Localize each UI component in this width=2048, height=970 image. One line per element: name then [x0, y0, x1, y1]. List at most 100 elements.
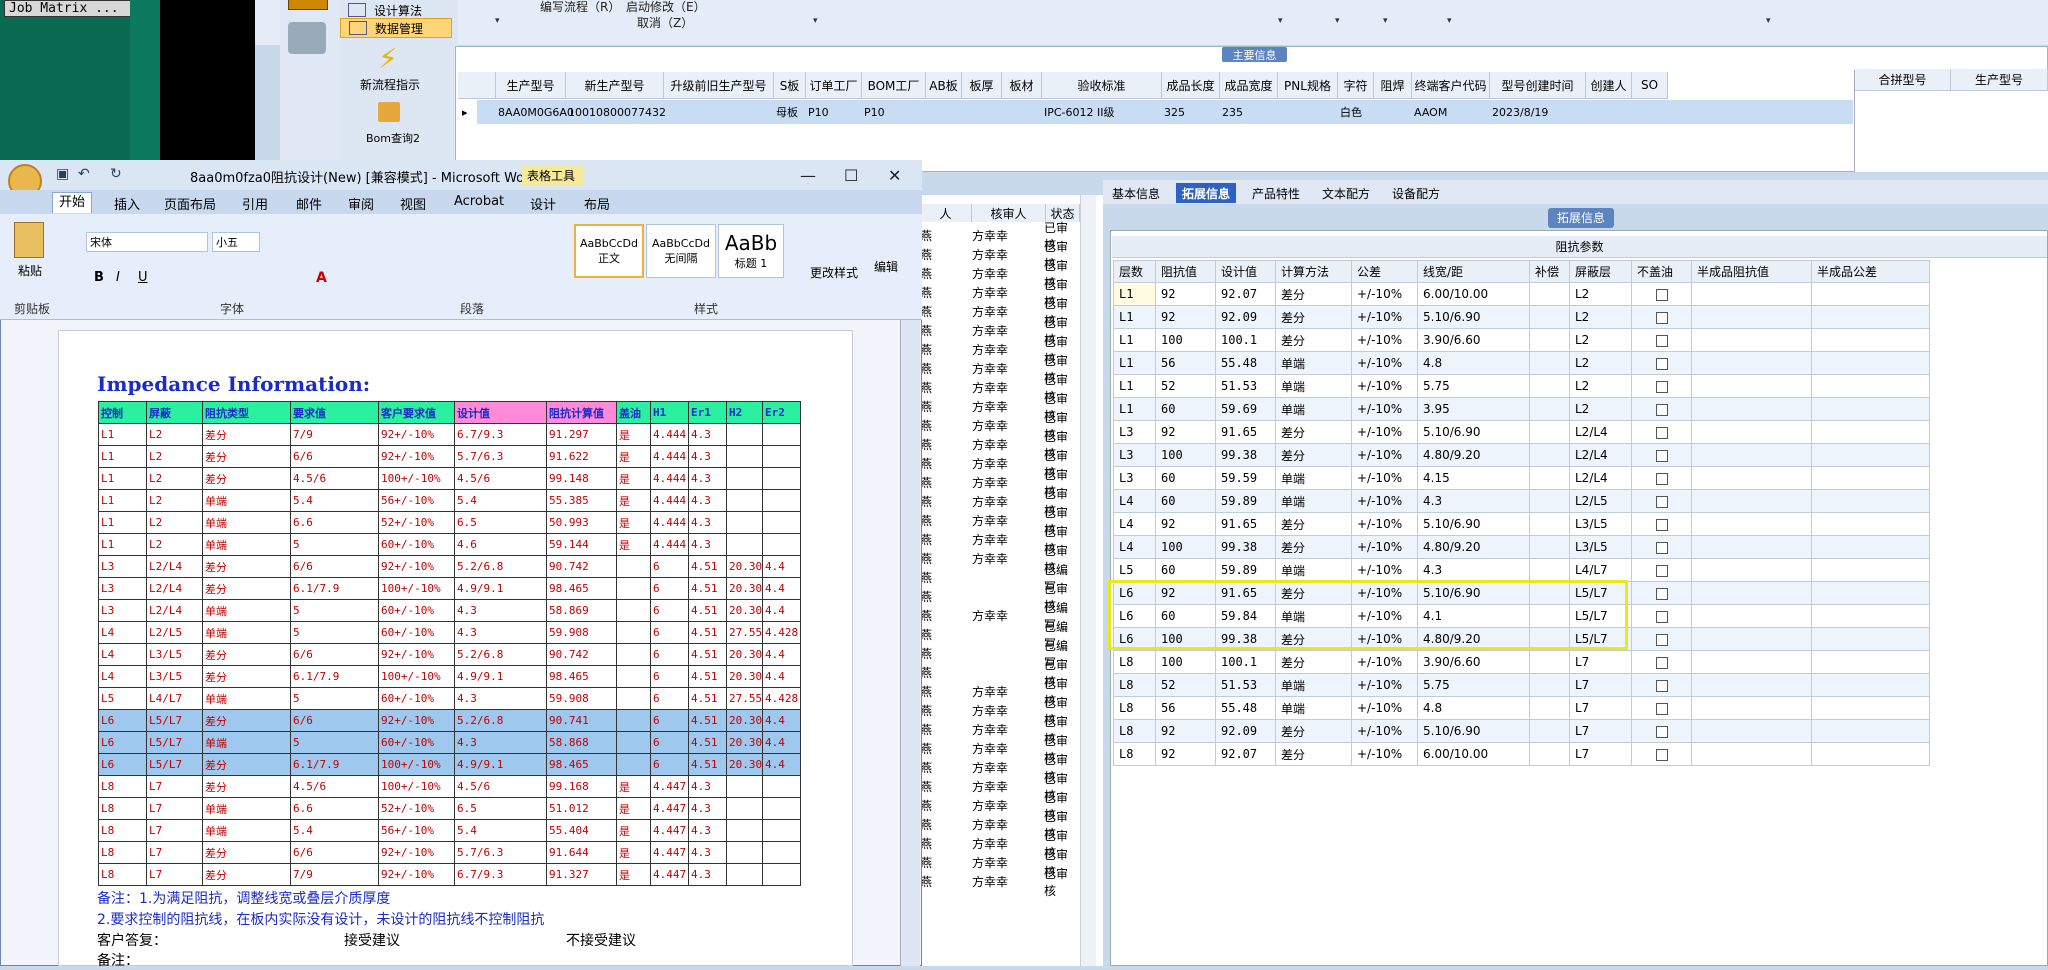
no-cover-checkbox[interactable] [1655, 334, 1668, 347]
param-row[interactable]: L4 100 99.38 差分 +/-10% 4.80/9.20 L3/L5 [1113, 535, 1930, 559]
no-cover-checkbox[interactable] [1655, 495, 1668, 508]
paste-icon[interactable] [14, 222, 44, 258]
printer-icon[interactable] [288, 22, 326, 54]
no-cover-checkbox[interactable] [1655, 725, 1668, 738]
style-heading1[interactable]: AaBb 标题 1 [718, 224, 784, 278]
ribbon-tab[interactable]: 插入 [108, 194, 146, 213]
param-header[interactable]: 线宽/距 [1417, 260, 1530, 283]
main-header[interactable]: SO [1632, 72, 1668, 99]
param-header[interactable]: 半成品阻抗值 [1691, 260, 1812, 283]
tab-basic-info[interactable]: 基本信息 [1106, 183, 1166, 203]
param-row[interactable]: L8 52 51.53 单端 +/-10% 5.75 L7 [1113, 673, 1930, 697]
doc-table-row[interactable]: L3 L2/L4 差分 6.1/7.9 100+/-10% 4.9/9.1 98.465 6 4… [98, 577, 801, 600]
ribbon-tab[interactable]: 页面布局 [158, 194, 222, 213]
param-header[interactable]: 补偿 [1529, 260, 1570, 283]
paste-label[interactable]: 粘贴 [18, 262, 42, 279]
param-row[interactable]: L1 52 51.53 单端 +/-10% 5.75 L2 [1113, 374, 1930, 398]
word-scrollbar[interactable] [900, 320, 920, 966]
param-row[interactable]: L3 100 99.38 差分 +/-10% 4.80/9.20 L2/L4 [1113, 443, 1930, 467]
param-row[interactable]: L3 92 91.65 差分 +/-10% 5.10/6.90 L2/L4 [1113, 420, 1930, 444]
param-header[interactable]: 公差 [1351, 260, 1418, 283]
dropdown-arrow-icon[interactable]: ▾ [813, 16, 818, 26]
ribbon-tab[interactable]: 布局 [578, 194, 616, 213]
style-no-spacing[interactable]: AaBbCcDd 无间隔 [646, 224, 716, 278]
ribbon-tab[interactable]: Acrobat [448, 194, 510, 209]
menu-cancel[interactable]: 取消（Z） [637, 14, 693, 31]
param-row[interactable]: L8 100 100.1 差分 +/-10% 3.90/6.60 L7 [1113, 650, 1930, 674]
dropdown-arrow-icon[interactable]: ▾ [495, 16, 500, 26]
ribbon-tab[interactable]: 开始 [52, 192, 93, 213]
param-header[interactable]: 计算方法 [1275, 260, 1352, 283]
ribbon-tab[interactable]: 邮件 [290, 194, 328, 213]
doc-table-row[interactable]: L3L2/L4单端560+/-10%4.358.869 64.5120.3054.… [98, 599, 801, 622]
main-header[interactable]: 升级前旧生产型号 [664, 72, 774, 99]
tab-product-features[interactable]: 产品特性 [1246, 183, 1306, 203]
bold-icon[interactable]: B [94, 270, 104, 285]
no-cover-checkbox[interactable] [1655, 679, 1668, 692]
no-cover-checkbox[interactable] [1655, 610, 1668, 623]
doc-table-row[interactable]: L1 L2 差分 4.5/6 100+/-10% 4.5/6 99.148 是 4.444 4.3 [98, 467, 801, 490]
doc-table-row[interactable]: L4 L3/L5 差分 6.1/7.9 100+/-10% 4.9/9.1 98.465 6 4… [98, 665, 801, 688]
doc-table-row[interactable]: L8 L7 差分 7/9 92+/-10% 6.7/9.3 91.327 是 4.447 4.3 [98, 863, 801, 886]
font-name-select[interactable]: 宋体 [86, 232, 208, 252]
no-cover-checkbox[interactable] [1655, 587, 1668, 600]
main-header[interactable]: 验收标准 [1042, 72, 1162, 99]
main-header[interactable]: 订单工厂 [806, 72, 862, 99]
param-row[interactable]: L8 92 92.07 差分 +/-10% 6.00/10.00 L7 [1113, 742, 1930, 766]
lightning-icon[interactable]: ⚡ [378, 42, 398, 75]
main-header[interactable]: 板厚 [962, 72, 1002, 99]
main-header[interactable]: 阻焊 [1374, 72, 1412, 99]
no-cover-checkbox[interactable] [1655, 656, 1668, 669]
menu-start-modify[interactable]: 启动修改（E） [626, 0, 706, 15]
doc-table-row[interactable]: L8 L7 差分 4.5/6 100+/-10% 4.5/6 99.168 是 4.447 4.3 [98, 775, 801, 798]
col-person[interactable]: 人 [920, 204, 972, 222]
save-icon[interactable]: ▣ [56, 166, 69, 182]
doc-table-row[interactable]: L4 L3/L5 差分 6/6 92+/-10% 5.2/6.8 90.742 6 4.51 20… [98, 643, 801, 666]
doc-table-row[interactable]: L8 L7 单端 5.4 56+/-10% 5.4 55.404 是 4.447 4.3 [98, 819, 801, 842]
nav-design-algorithm[interactable]: 设计算法 [340, 0, 452, 20]
font-size-select[interactable]: 小五 [212, 232, 260, 252]
ribbon-tab[interactable]: 视图 [394, 194, 432, 213]
tab-device-recipe[interactable]: 设备配方 [1386, 183, 1446, 203]
dropdown-arrow-icon[interactable]: ▾ [1278, 16, 1283, 26]
doc-table-row[interactable]: L4L2/L5单端560+/-10%4.359.908 64.5127.5554.… [98, 621, 801, 644]
font-color-icon[interactable]: A [316, 270, 327, 286]
close-icon[interactable]: ✕ [888, 166, 901, 185]
param-header[interactable]: 屏蔽层 [1569, 260, 1632, 283]
doc-table-row[interactable]: L3 L2/L4 差分 6/6 92+/-10% 5.2/6.8 90.742 6 4.51 20… [98, 555, 801, 578]
no-cover-checkbox[interactable] [1655, 311, 1668, 324]
no-cover-checkbox[interactable] [1655, 518, 1668, 531]
merge-header[interactable]: 合拼型号 [1855, 69, 1951, 91]
param-row[interactable]: L3 60 59.59 单端 +/-10% 4.15 L2/L4 [1113, 466, 1930, 490]
prod-header[interactable]: 生产型号 [1951, 69, 2048, 91]
doc-table-row[interactable]: L6 L5/L7 差分 6.1/7.9 100+/-10% 4.9/9.1 98.465 6 4… [98, 753, 801, 776]
ribbon-tab[interactable]: 引用 [236, 194, 274, 213]
main-header[interactable]: AB板 [926, 72, 962, 99]
maximize-icon[interactable]: ☐ [844, 166, 858, 185]
doc-table-row[interactable]: L6 L5/L7 差分 6/6 92+/-10% 5.2/6.8 90.741 6 4.51 20… [98, 709, 801, 732]
no-cover-checkbox[interactable] [1655, 541, 1668, 554]
param-row[interactable]: L4 92 91.65 差分 +/-10% 5.10/6.90 L3/L5 [1113, 512, 1930, 536]
main-header[interactable]: PNL规格 [1278, 72, 1338, 99]
main-header[interactable]: 创建人 [1586, 72, 1632, 99]
main-header[interactable]: 型号创建时间 [1490, 72, 1586, 99]
no-cover-checkbox[interactable] [1655, 357, 1668, 370]
ribbon-tab[interactable]: 审阅 [342, 194, 380, 213]
folder-icon[interactable] [378, 102, 400, 122]
no-cover-checkbox[interactable] [1655, 288, 1668, 301]
no-cover-checkbox[interactable] [1655, 472, 1668, 485]
param-row[interactable]: L4 60 59.89 单端 +/-10% 4.3 L2/L5 [1113, 489, 1930, 513]
param-row[interactable]: L8 56 55.48 单端 +/-10% 4.8 L7 [1113, 696, 1930, 720]
main-header[interactable]: 终端客户代码 [1412, 72, 1490, 99]
doc-table-row[interactable]: L6L5/L7单端560+/-10%4.358.868 64.5120.3034.… [98, 731, 801, 754]
calculator-icon[interactable] [288, 0, 328, 10]
dropdown-arrow-icon[interactable]: ▾ [1335, 16, 1340, 26]
param-header[interactable]: 不盖油 [1631, 260, 1692, 283]
no-cover-checkbox[interactable] [1655, 702, 1668, 715]
no-cover-checkbox[interactable] [1655, 426, 1668, 439]
doc-table-row[interactable]: L8 L7 单端 6.6 52+/-10% 6.5 51.012 是 4.447 4.3 [98, 797, 801, 820]
dropdown-arrow-icon[interactable]: ▾ [1383, 16, 1388, 26]
param-row[interactable]: L1 92 92.07 差分 +/-10% 6.00/10.00 L2 [1113, 282, 1930, 306]
main-header[interactable]: 新生产型号 [566, 72, 664, 99]
doc-table-row[interactable]: L8 L7 差分 6/6 92+/-10% 5.7/6.3 91.644 是 4.447 4.3 [98, 841, 801, 864]
